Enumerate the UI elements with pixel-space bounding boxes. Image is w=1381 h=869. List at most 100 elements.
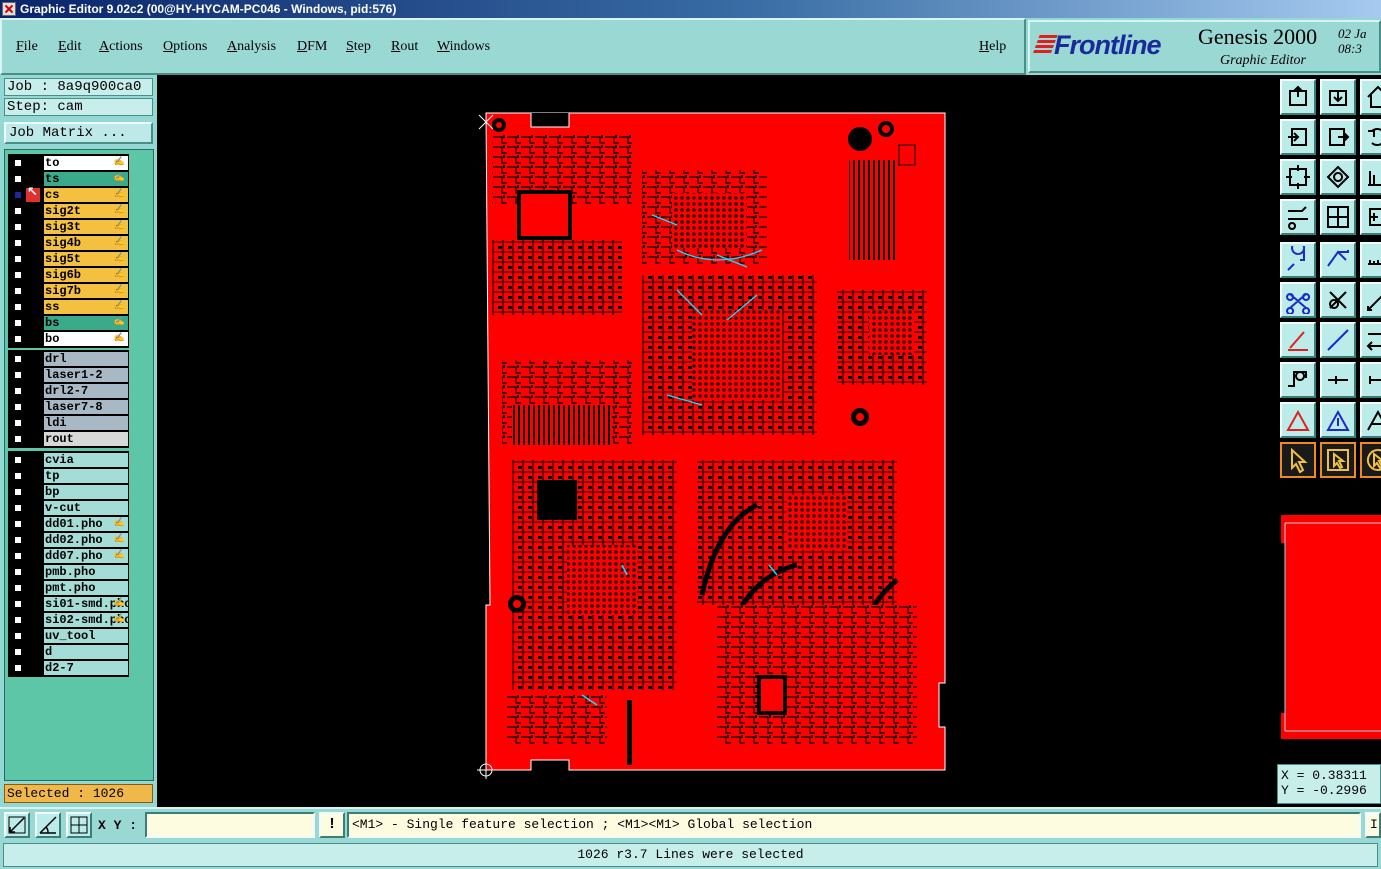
layer-checkbox[interactable] bbox=[13, 386, 23, 396]
measure-button[interactable] bbox=[1360, 362, 1381, 398]
layer-checkbox[interactable] bbox=[13, 318, 23, 328]
layer-name[interactable]: drl bbox=[44, 352, 128, 366]
layer-checkbox[interactable] bbox=[13, 334, 23, 344]
layer-row-dd07-pho[interactable]: dd07.pho ✍ bbox=[9, 548, 128, 564]
layer-checkbox[interactable] bbox=[13, 434, 23, 444]
zoom-out-button[interactable] bbox=[1320, 119, 1356, 155]
execute-button[interactable]: ! bbox=[319, 812, 345, 838]
layer-row-dd01-pho[interactable]: dd01.pho ✍ bbox=[9, 516, 128, 532]
layer-checkbox[interactable] bbox=[13, 190, 23, 200]
layer-up-button[interactable] bbox=[1280, 79, 1316, 115]
menu-step[interactable]: Step bbox=[346, 39, 371, 55]
layer-row-sig2t[interactable]: sig2t ✍ bbox=[9, 203, 128, 219]
layer-name[interactable]: tp bbox=[44, 469, 128, 483]
layer-name[interactable]: pmb.pho bbox=[44, 565, 128, 579]
select-lasso-button[interactable] bbox=[1360, 442, 1381, 478]
xy-input[interactable] bbox=[145, 812, 315, 838]
graphic-canvas[interactable] bbox=[157, 75, 1277, 807]
layer-checkbox[interactable] bbox=[13, 663, 23, 673]
layer-row-to[interactable]: to ✍ bbox=[9, 155, 128, 171]
layer-row-bo[interactable]: bo ✍ bbox=[9, 331, 128, 347]
layer-row-v-cut[interactable]: v-cut bbox=[9, 500, 128, 516]
zoom-box-button[interactable] bbox=[4, 812, 30, 838]
layer-checkbox[interactable] bbox=[13, 418, 23, 428]
layer-name[interactable]: ldi bbox=[44, 416, 128, 430]
layer-row-pmt-pho[interactable]: pmt.pho bbox=[9, 580, 128, 596]
layer-row-ldi[interactable]: ldi bbox=[9, 415, 128, 431]
layer-checkbox[interactable] bbox=[13, 503, 23, 513]
layer-checkbox[interactable] bbox=[13, 583, 23, 593]
layer-row-drl2-7[interactable]: drl2-7 bbox=[9, 383, 128, 399]
layer-checkbox[interactable] bbox=[13, 286, 23, 296]
zoom-in-button[interactable] bbox=[1280, 119, 1316, 155]
layer-row-laser1-2[interactable]: laser1-2 bbox=[9, 367, 128, 383]
layer-row-si01-smd-pho[interactable]: si01-smd.pho ✍ bbox=[9, 596, 128, 612]
fit-screen-button[interactable] bbox=[1280, 159, 1316, 195]
layer-name[interactable]: pmt.pho bbox=[44, 581, 128, 595]
triangle-alt-button[interactable] bbox=[1360, 402, 1381, 438]
layer-down-button[interactable] bbox=[1320, 79, 1356, 115]
add-line-button[interactable] bbox=[1320, 242, 1356, 278]
layer-checkbox[interactable] bbox=[13, 222, 23, 232]
layer-checkbox[interactable] bbox=[13, 535, 23, 545]
layer-name[interactable]: bp bbox=[44, 485, 128, 499]
menu-edit[interactable]: Edit bbox=[58, 39, 81, 55]
layer-name[interactable]: v-cut bbox=[44, 501, 128, 515]
layer-row-dd02-pho[interactable]: dd02.pho ✍ bbox=[9, 532, 128, 548]
layer-checkbox[interactable] bbox=[13, 631, 23, 641]
feature-select-button[interactable] bbox=[1280, 362, 1316, 398]
layer-checkbox[interactable] bbox=[13, 174, 23, 184]
layer-row-tp[interactable]: tp bbox=[9, 468, 128, 484]
layer-checkbox[interactable] bbox=[13, 270, 23, 280]
select-box-button[interactable] bbox=[1320, 442, 1356, 478]
grid-button[interactable] bbox=[1320, 199, 1356, 235]
layer-row-d[interactable]: d bbox=[9, 644, 128, 660]
job-matrix-button[interactable]: Job Matrix ... bbox=[4, 122, 153, 144]
swap-button[interactable] bbox=[1360, 322, 1381, 358]
grid-snap-button[interactable] bbox=[66, 812, 92, 838]
menu-analysis[interactable]: Analysis bbox=[227, 39, 276, 55]
layer-row-sig3t[interactable]: sig3t ✍ bbox=[9, 219, 128, 235]
layer-row-rout[interactable]: rout bbox=[9, 431, 128, 447]
zoom-home-button[interactable] bbox=[1320, 159, 1356, 195]
layer-row-pmb-pho[interactable]: pmb.pho bbox=[9, 564, 128, 580]
layer-row-drl[interactable]: drl bbox=[9, 351, 128, 367]
layer-row-sig7b[interactable]: sig7b ✍ bbox=[9, 283, 128, 299]
layer-name[interactable]: drl2-7 bbox=[44, 384, 128, 398]
layer-row-d2-7[interactable]: d2-7 bbox=[9, 660, 128, 676]
layer-name[interactable]: d bbox=[44, 645, 128, 659]
select-pointer-button[interactable] bbox=[1280, 442, 1316, 478]
info-button[interactable]: I bbox=[1365, 812, 1381, 838]
layer-row-uv-tool[interactable]: uv_tool bbox=[9, 628, 128, 644]
menu-file[interactable]: File bbox=[16, 39, 38, 55]
layer-checkbox[interactable] bbox=[13, 302, 23, 312]
layer-row-bs[interactable]: bs ✍ bbox=[9, 315, 128, 331]
add-pad-button[interactable] bbox=[1280, 242, 1316, 278]
menu-actions[interactable]: Actions bbox=[99, 39, 143, 55]
home-button[interactable] bbox=[1360, 79, 1381, 115]
cut-line-button[interactable] bbox=[1320, 362, 1356, 398]
tools-button[interactable] bbox=[1280, 199, 1316, 235]
undo-zoom-button[interactable] bbox=[1360, 119, 1381, 155]
delete-button[interactable] bbox=[1320, 282, 1356, 318]
line-blue-button[interactable] bbox=[1320, 322, 1356, 358]
layer-checkbox[interactable] bbox=[13, 455, 23, 465]
layer-row-sig6b[interactable]: sig6b ✍ bbox=[9, 267, 128, 283]
layer-row-cs[interactable]: cs✍ bbox=[9, 185, 128, 203]
layer-checkbox[interactable] bbox=[13, 471, 23, 481]
layer-row-ss[interactable]: ss ✍ bbox=[9, 299, 128, 315]
layer-row-cvia[interactable]: cvia bbox=[9, 452, 128, 468]
layer-checkbox[interactable] bbox=[13, 551, 23, 561]
line-red-button[interactable] bbox=[1280, 322, 1316, 358]
triangle-blue-button[interactable] bbox=[1320, 402, 1356, 438]
layer-row-bp[interactable]: bp bbox=[9, 484, 128, 500]
layer-row-laser7-8[interactable]: laser7-8 bbox=[9, 399, 128, 415]
layer-checkbox[interactable] bbox=[13, 238, 23, 248]
layer-checkbox[interactable] bbox=[13, 487, 23, 497]
layer-checkbox[interactable] bbox=[13, 599, 23, 609]
triangle-button[interactable] bbox=[1280, 402, 1316, 438]
connect-button[interactable] bbox=[1280, 282, 1316, 318]
layer-checkbox[interactable] bbox=[13, 206, 23, 216]
snap-button[interactable] bbox=[1360, 199, 1381, 235]
menu-options[interactable]: Options bbox=[163, 39, 207, 55]
